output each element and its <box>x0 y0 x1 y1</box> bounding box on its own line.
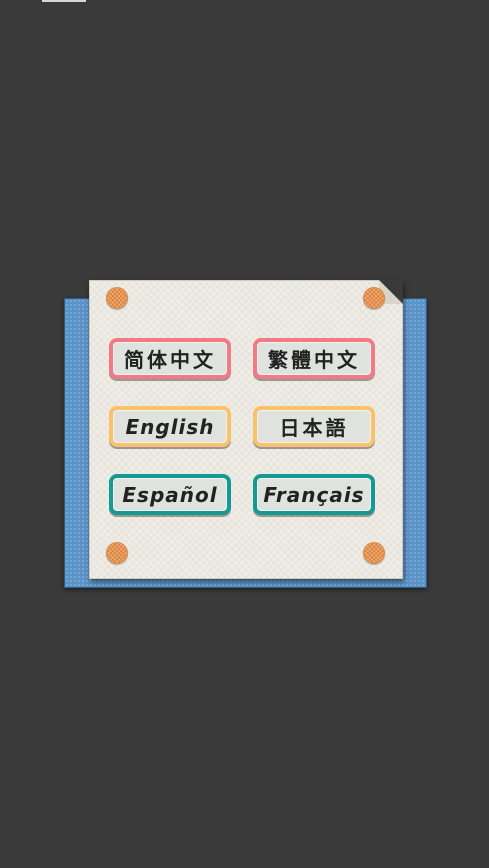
status-bar-indicator <box>42 0 86 2</box>
language-menu-panel: 简体中文 繁體中文 English 日本語 Español Français <box>89 280 403 579</box>
language-button-japanese[interactable]: 日本語 <box>253 406 375 447</box>
pushpin-icon <box>363 287 385 309</box>
language-button-french[interactable]: Français <box>253 474 375 515</box>
language-button-simplified-chinese[interactable]: 简体中文 <box>109 338 231 379</box>
pushpin-icon <box>106 287 128 309</box>
pushpin-icon <box>106 542 128 564</box>
pushpin-icon <box>363 542 385 564</box>
language-button-traditional-chinese[interactable]: 繁體中文 <box>253 338 375 379</box>
language-button-english[interactable]: English <box>109 406 231 447</box>
language-button-spanish[interactable]: Español <box>109 474 231 515</box>
